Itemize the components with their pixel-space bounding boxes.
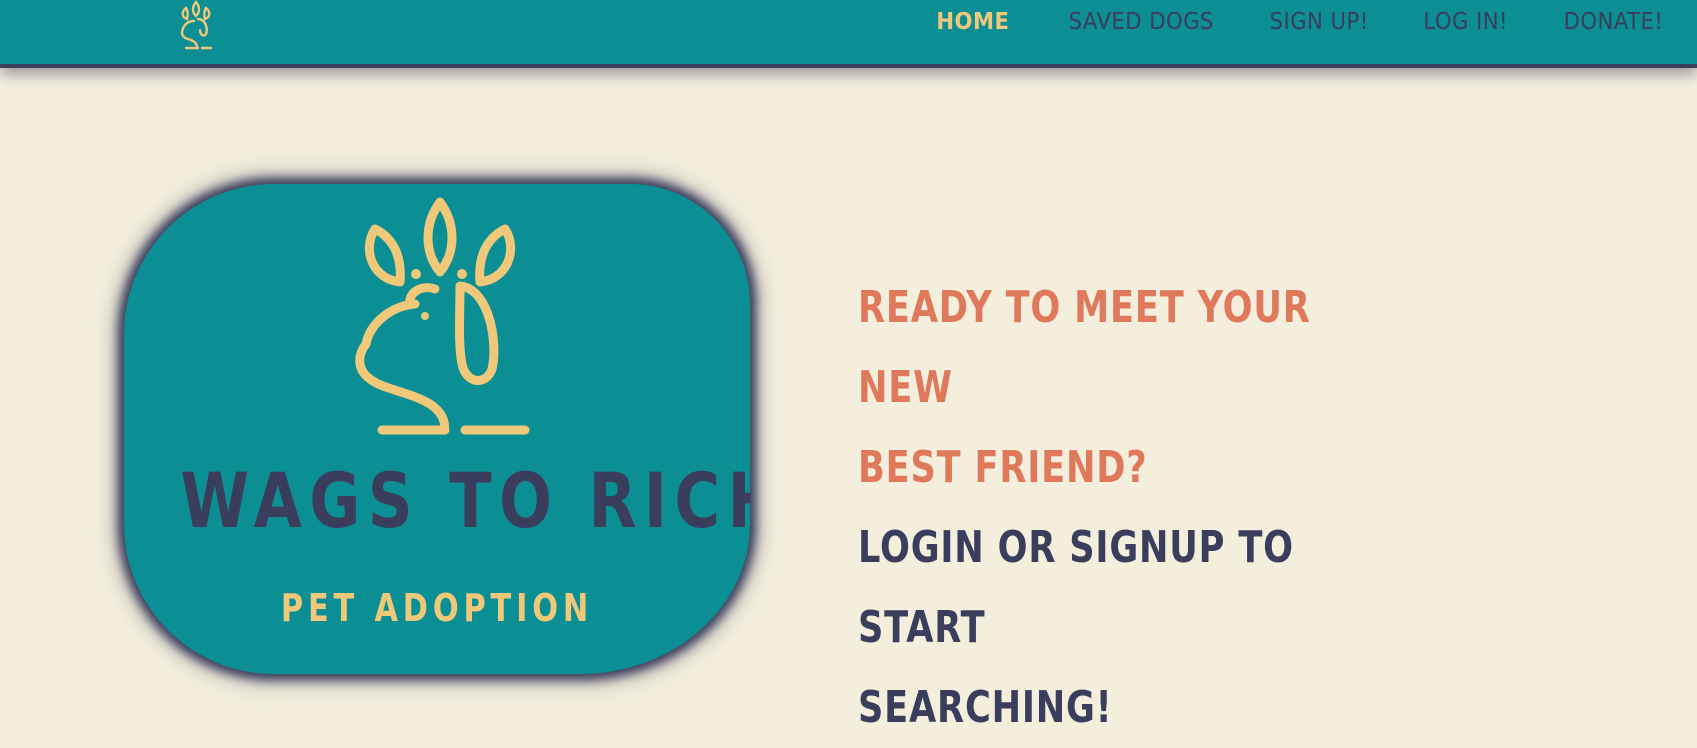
- brand-title: WAGS TO RICHES: [180, 456, 750, 545]
- crowned-dog-icon[interactable]: [172, 0, 220, 50]
- main-nav: HOME SAVED DOGS SIGN UP! LOG IN! DONATE!: [930, 4, 1663, 40]
- nav-donate-link[interactable]: DONATE!: [1563, 4, 1663, 40]
- headline-line2: BEST FRIEND?: [858, 442, 1148, 493]
- nav-log-in-link[interactable]: LOG IN!: [1423, 4, 1508, 40]
- subline-line1: LOGIN OR SIGNUP TO START: [858, 522, 1294, 653]
- top-navbar: HOME SAVED DOGS SIGN UP! LOG IN! DONATE!: [0, 0, 1697, 64]
- brand-logo-card: WAGS TO RICHES PET ADOPTION: [124, 184, 750, 674]
- brand-subtitle: PET ADOPTION: [280, 586, 594, 630]
- headline-line1: READY TO MEET YOUR NEW: [858, 282, 1311, 413]
- subline-line2: SEARCHING!: [858, 682, 1113, 733]
- nav-home-link[interactable]: HOME: [936, 4, 1009, 40]
- nav-saved-dogs-link[interactable]: SAVED DOGS: [1069, 4, 1214, 40]
- hero-message: READY TO MEET YOUR NEW BEST FRIEND? LOGI…: [858, 268, 1418, 748]
- crowned-dog-icon: [355, 197, 530, 435]
- nav-sign-up-link[interactable]: SIGN UP!: [1270, 4, 1369, 40]
